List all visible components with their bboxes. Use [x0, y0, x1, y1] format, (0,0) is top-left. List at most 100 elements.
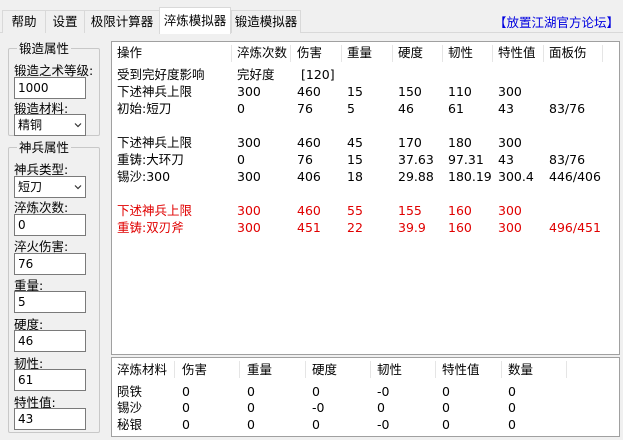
cell-op: 初始:短刀	[117, 101, 172, 116]
quench-damage-input[interactable]: 76	[14, 253, 86, 275]
cell-toughness: 180.19	[448, 169, 492, 184]
cell-toughness: 160	[448, 220, 472, 235]
material-header-weight: 重量	[247, 362, 273, 377]
material-cell-quantity: 0	[508, 400, 516, 415]
header-panel-damage: 面板伤	[549, 45, 587, 60]
cell-hardness: 46	[398, 101, 414, 116]
temper-materials-table[interactable]: 淬炼材料 伤害 重量 硬度 韧性 特性值 数量 陨铁 0 0 0 -0 0 0 锡沙 0 0 -0 0 0 0 秘银 0 0 0…	[111, 357, 620, 437]
cell-weight: 5	[347, 101, 355, 116]
forge-group-title: 锻造属性	[17, 41, 72, 56]
cell-hardness: 39.9	[398, 220, 426, 235]
cell-hardness: 155	[398, 203, 422, 218]
forum-link[interactable]: 【放置江湖官方论坛】	[494, 12, 619, 31]
column-separator	[174, 361, 175, 378]
header-temper-count: 淬炼次数	[237, 45, 288, 60]
cell-hardness: 170	[398, 135, 422, 150]
column-separator	[231, 45, 232, 62]
cell-damage: 460	[297, 84, 321, 99]
material-cell-toughness: -0	[377, 417, 390, 432]
column-separator	[492, 45, 493, 62]
cell-panel-damage: 496/451	[549, 220, 601, 235]
material-cell-hardness: 0	[312, 384, 320, 399]
weapon-type-select[interactable]: 短刀	[14, 176, 86, 198]
cell-toughness: 61	[448, 101, 464, 116]
header-damage: 伤害	[297, 45, 323, 60]
hardness-input[interactable]: 46	[14, 330, 86, 352]
material-cell-trait: 0	[442, 384, 450, 399]
material-cell-weight: 0	[247, 400, 255, 415]
weight-input[interactable]: 5	[14, 291, 86, 313]
tab-bar: 帮助 设置 极限计算器 淬炼模拟器 锻造模拟器 【放置江湖官方论坛】	[0, 0, 623, 34]
cell-damage: 76	[297, 101, 313, 116]
column-separator	[435, 361, 436, 378]
cell-temper-count: 300	[237, 169, 261, 184]
material-cell-quantity: 0	[508, 384, 516, 399]
forge-level-input[interactable]: 1000	[14, 77, 86, 99]
toughness-input[interactable]: 61	[14, 369, 86, 391]
material-header-material: 淬炼材料	[117, 362, 168, 377]
temper-count-input[interactable]: 0	[14, 214, 86, 236]
material-cell-trait: 0	[442, 400, 450, 415]
cell-weight: 55	[347, 203, 363, 218]
tab-help[interactable]: 帮助	[2, 10, 46, 33]
column-separator	[290, 45, 291, 62]
cell-damage: 460	[297, 135, 321, 150]
tab-settings[interactable]: 设置	[45, 10, 85, 33]
column-separator	[543, 45, 544, 62]
cell-damage: [120]	[301, 67, 335, 82]
cell-trait: 300	[498, 203, 522, 218]
cell-panel-damage: 83/76	[549, 101, 586, 116]
cell-op: 受到完好度影响	[117, 67, 205, 82]
cell-op: 下述神兵上限	[117, 203, 193, 218]
forge-material-select[interactable]: 精铜	[14, 114, 86, 136]
chevron-down-icon	[74, 185, 82, 190]
material-cell-trait: 0	[442, 417, 450, 432]
column-separator	[239, 361, 240, 378]
column-separator	[566, 361, 567, 378]
header-op: 操作	[117, 45, 143, 60]
cell-damage: 76	[297, 152, 313, 167]
cell-trait: 300.4	[498, 169, 534, 184]
forge-material-value: 精铜	[18, 118, 43, 132]
tab-limit-calculator[interactable]: 极限计算器	[84, 10, 160, 33]
material-header-trait: 特性值	[442, 362, 480, 377]
cell-op: 下述神兵上限	[117, 84, 193, 99]
cell-trait: 43	[498, 101, 514, 116]
column-separator	[305, 361, 306, 378]
header-trait: 特性值	[498, 45, 536, 60]
material-cell-damage: 0	[182, 417, 190, 432]
cell-trait: 300	[498, 220, 522, 235]
cell-hardness: 29.88	[398, 169, 434, 184]
cell-temper-count: 300	[237, 203, 261, 218]
trait-input[interactable]: 43	[14, 408, 86, 430]
column-separator	[602, 45, 603, 62]
cell-weight: 22	[347, 220, 363, 235]
cell-op: 重铸:大环刀	[117, 152, 184, 167]
cell-damage: 406	[297, 169, 321, 184]
column-separator	[442, 45, 443, 62]
tab-forge-simulator[interactable]: 锻造模拟器	[231, 10, 301, 33]
cell-trait: 300	[498, 84, 522, 99]
cell-hardness: 150	[398, 84, 422, 99]
cell-trait: 300	[498, 135, 522, 150]
cell-temper-count: 300	[237, 220, 261, 235]
material-cell-quantity: 0	[508, 417, 516, 432]
cell-temper-count: 300	[237, 84, 261, 99]
material-cell-material: 陨铁	[117, 384, 143, 399]
column-separator	[341, 45, 342, 62]
cell-damage: 451	[297, 220, 321, 235]
cell-op: 下述神兵上限	[117, 135, 193, 150]
chevron-down-icon	[74, 123, 82, 128]
cell-op: 锡沙:300	[117, 169, 171, 184]
cell-panel-damage: 83/76	[549, 152, 586, 167]
tab-temper-simulator[interactable]: 淬炼模拟器	[159, 7, 231, 34]
cell-weight: 45	[347, 135, 363, 150]
cell-weight: 15	[347, 84, 363, 99]
cell-temper-count: 完好度	[237, 67, 275, 82]
material-header-quantity: 数量	[508, 362, 534, 377]
cell-weight: 18	[347, 169, 363, 184]
cell-hardness: 37.63	[398, 152, 434, 167]
header-hardness: 硬度	[398, 45, 424, 60]
temper-results-table[interactable]: 操作 淬炼次数 伤害 重量 硬度 韧性 特性值 面板伤 受到完好度影响 完好度 [120] 下述神兵上…	[111, 41, 620, 355]
material-cell-material: 锡沙	[117, 400, 143, 415]
